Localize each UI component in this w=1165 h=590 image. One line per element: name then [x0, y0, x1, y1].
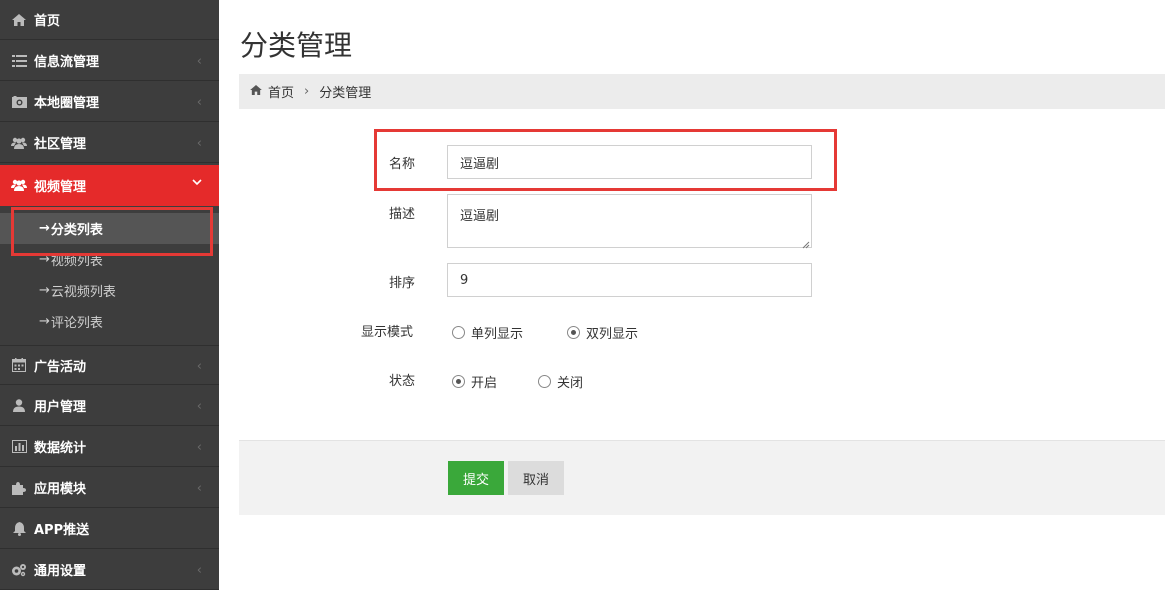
- page-title: 分类管理: [240, 29, 353, 62]
- sidebar-item-home[interactable]: 首页: [0, 0, 219, 40]
- gears-icon: [11, 563, 27, 577]
- status-label: 状态: [389, 374, 416, 389]
- sidebar-subitem-category-list[interactable]: → 分类列表: [0, 213, 219, 244]
- arrow-right-icon: →: [39, 221, 50, 236]
- sidebar-item-label: 社区管理: [34, 137, 87, 152]
- name-label: 名称: [389, 157, 416, 172]
- radio-single-column[interactable]: 单列显示: [452, 323, 523, 342]
- bell-icon: [11, 521, 27, 536]
- radio-label: 双列显示: [586, 327, 639, 342]
- sidebar-item-users[interactable]: 用户管理 ‹: [0, 386, 219, 426]
- radio-status-on[interactable]: 开启: [452, 372, 497, 391]
- sidebar-item-label: 通用设置: [34, 564, 87, 579]
- sidebar-item-label: 数据统计: [34, 441, 87, 456]
- radio-label: 开启: [471, 376, 498, 391]
- breadcrumb-current: 分类管理: [319, 86, 372, 101]
- sidebar-item-label: APP推送: [34, 523, 90, 538]
- chevron-left-icon: ‹: [196, 136, 202, 151]
- description-textarea[interactable]: 逗逼剧: [447, 194, 812, 249]
- arrow-right-icon: →: [39, 283, 50, 298]
- sidebar-item-modules[interactable]: 应用模块 ‹: [0, 468, 219, 508]
- chevron-left-icon: ‹: [196, 359, 202, 374]
- radio-label: 单列显示: [471, 327, 524, 342]
- sidebar-item-label: 广告活动: [34, 359, 87, 375]
- sidebar-subitem-cloud-video-list[interactable]: → 云视频列表: [0, 275, 219, 306]
- chevron-left-icon: ‹: [196, 481, 202, 496]
- name-input[interactable]: 逗逼剧: [447, 145, 812, 179]
- sidebar-subitem-comment-list[interactable]: → 评论列表: [0, 306, 219, 337]
- sidebar-item-feed[interactable]: 信息流管理 ‹: [0, 41, 219, 81]
- description-text: 逗逼剧: [460, 209, 500, 224]
- display-mode-label: 显示模式: [361, 325, 414, 340]
- breadcrumb-separator: ›: [304, 84, 310, 99]
- order-label: 排序: [389, 276, 416, 291]
- description-label: 描述: [389, 207, 416, 222]
- resize-grip-icon[interactable]: [802, 238, 810, 249]
- calendar-icon: [11, 358, 27, 372]
- radio-dot: [456, 379, 461, 384]
- home-icon: [11, 13, 27, 27]
- puzzle-icon: [11, 481, 27, 495]
- sidebar-item-label: 用户管理: [34, 400, 87, 415]
- arrow-right-icon: →: [39, 314, 50, 329]
- sidebar-item-label: 视频管理: [34, 179, 87, 195]
- radio-circle: [538, 375, 551, 388]
- radio-status-off[interactable]: 关闭: [538, 372, 583, 391]
- list-icon: [11, 54, 27, 68]
- submit-button[interactable]: 提交: [448, 461, 504, 495]
- chevron-left-icon: ‹: [196, 399, 202, 414]
- sidebar-subitem-label: 分类列表: [50, 223, 103, 238]
- sidebar-item-label: 本地圈管理: [34, 96, 100, 111]
- radio-circle: [452, 326, 465, 339]
- camera-icon: [11, 95, 27, 109]
- radio-dot: [571, 330, 576, 335]
- chevron-left-icon: ‹: [196, 54, 202, 69]
- sidebar-item-label: 首页: [34, 14, 61, 29]
- radio-circle: [452, 375, 465, 388]
- sidebar-subitem-video-list[interactable]: → 视频列表: [0, 244, 219, 275]
- radio-double-column[interactable]: 双列显示: [567, 323, 638, 342]
- radio-circle: [567, 326, 580, 339]
- sidebar-item-ads[interactable]: 广告活动 ‹: [0, 345, 219, 385]
- sidebar-item-settings[interactable]: 通用设置 ‹: [0, 550, 219, 590]
- sidebar-item-label: 应用模块: [34, 482, 87, 497]
- chevron-left-icon: ‹: [196, 440, 202, 455]
- sidebar-subitem-label: 视频列表: [50, 254, 103, 269]
- sidebar-item-video[interactable]: 视频管理: [0, 165, 219, 206]
- sidebar-item-label: 信息流管理: [34, 55, 100, 70]
- sidebar-item-community[interactable]: 社区管理 ‹: [0, 123, 219, 163]
- chevron-left-icon: ‹: [196, 563, 202, 578]
- user-icon: [11, 399, 27, 413]
- sidebar-subitem-label: 云视频列表: [50, 285, 116, 300]
- breadcrumb: 首页 › 分类管理: [239, 74, 1165, 109]
- order-input[interactable]: 9: [447, 263, 812, 297]
- arrow-right-icon: →: [39, 252, 50, 267]
- bar-chart-icon: [11, 440, 27, 454]
- chevron-left-icon: ‹: [196, 95, 202, 110]
- sidebar: 首页 信息流管理 ‹ 本地圈管理 ‹ 社区管理 ‹ 视频管理 → 分类列表 → …: [0, 0, 219, 590]
- sidebar-item-stats[interactable]: 数据统计 ‹: [0, 427, 219, 467]
- form-actions-bar: [239, 440, 1165, 515]
- home-icon: [250, 84, 262, 99]
- chevron-down-icon: [192, 175, 202, 190]
- users-icon: [11, 178, 27, 192]
- sidebar-item-push[interactable]: APP推送: [0, 509, 219, 549]
- sidebar-item-local[interactable]: 本地圈管理 ‹: [0, 82, 219, 122]
- sidebar-subitem-label: 评论列表: [50, 316, 103, 331]
- cancel-button[interactable]: 取消: [508, 461, 564, 495]
- users-icon: [11, 136, 27, 150]
- radio-label: 关闭: [557, 376, 584, 391]
- breadcrumb-home[interactable]: 首页: [268, 82, 294, 101]
